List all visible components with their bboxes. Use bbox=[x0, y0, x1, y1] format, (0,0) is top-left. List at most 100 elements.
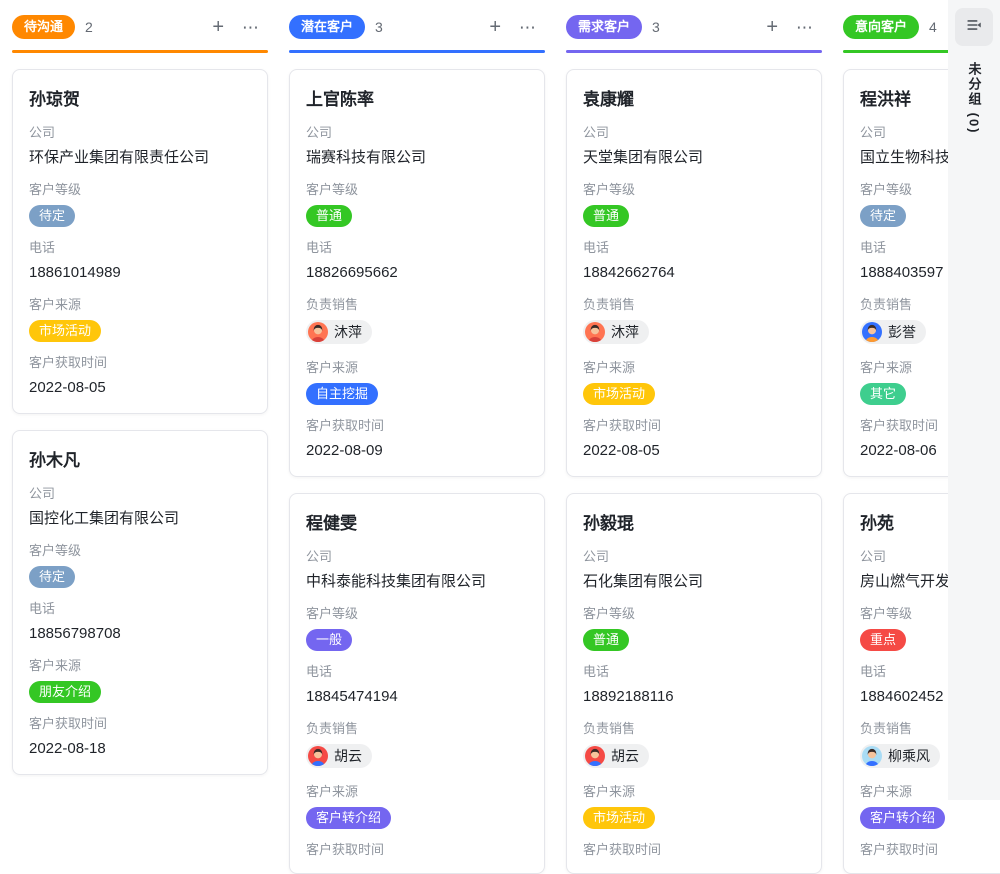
column-potential-customers: 潜在客户 3 + ⋯ 上官陈率 公司 瑞赛科技有限公司 客户等级 普通 电话 1… bbox=[289, 14, 545, 874]
card-title: 孙琼贺 bbox=[29, 88, 251, 112]
field-label: 客户来源 bbox=[29, 657, 251, 675]
level-badge: 一般 bbox=[306, 629, 352, 651]
field-label: 客户等级 bbox=[583, 605, 805, 623]
card-list: 上官陈率 公司 瑞赛科技有限公司 客户等级 普通 电话 18826695662 … bbox=[289, 69, 545, 874]
level-badge: 普通 bbox=[306, 205, 352, 227]
field-label: 客户获取时间 bbox=[583, 841, 805, 859]
column-more-button[interactable]: ⋯ bbox=[794, 19, 816, 36]
field-label: 客户等级 bbox=[306, 181, 528, 199]
field-source: 客户来源 市场活动 bbox=[29, 296, 251, 342]
field-company: 公司 瑞赛科技有限公司 bbox=[306, 124, 528, 169]
field-label: 公司 bbox=[583, 548, 805, 566]
level-badge: 待定 bbox=[29, 205, 75, 227]
source-badge: 客户转介绍 bbox=[306, 807, 391, 829]
field-label: 客户来源 bbox=[29, 296, 251, 314]
field-level: 客户等级 普通 bbox=[583, 605, 805, 651]
field-label: 客户来源 bbox=[306, 783, 528, 801]
customer-card[interactable]: 上官陈率 公司 瑞赛科技有限公司 客户等级 普通 电话 18826695662 … bbox=[289, 69, 545, 477]
field-company: 公司 石化集团有限公司 bbox=[583, 548, 805, 593]
column-more-button[interactable]: ⋯ bbox=[240, 19, 262, 36]
company-value: 中科泰能科技集团有限公司 bbox=[306, 571, 528, 593]
field-label: 客户等级 bbox=[306, 605, 528, 623]
company-value: 石化集团有限公司 bbox=[583, 571, 805, 593]
card-list: 孙琼贺 公司 环保产业集团有限责任公司 客户等级 待定 电话 188610149… bbox=[12, 69, 268, 775]
field-date: 客户获取时间 2022-08-09 bbox=[306, 417, 528, 462]
field-label: 客户获取时间 bbox=[306, 417, 528, 435]
field-label: 公司 bbox=[583, 124, 805, 142]
field-date: 客户获取时间 bbox=[583, 841, 805, 859]
field-date: 客户获取时间 2022-08-05 bbox=[583, 417, 805, 462]
date-value: 2022-08-09 bbox=[306, 440, 528, 462]
field-source: 客户来源 客户转介绍 bbox=[306, 783, 528, 829]
field-level: 客户等级 普通 bbox=[306, 181, 528, 227]
field-label: 客户等级 bbox=[29, 542, 251, 560]
field-label: 客户获取时间 bbox=[29, 715, 251, 733]
source-badge: 自主挖掘 bbox=[306, 383, 378, 405]
source-badge: 其它 bbox=[860, 383, 906, 405]
field-label: 客户等级 bbox=[583, 181, 805, 199]
sales-person-name: 胡云 bbox=[334, 746, 362, 766]
sales-person-name: 沐萍 bbox=[334, 322, 362, 342]
field-phone: 电话 18861014989 bbox=[29, 239, 251, 284]
add-card-button[interactable]: + bbox=[487, 17, 503, 37]
expand-group-button[interactable] bbox=[955, 8, 993, 46]
field-date: 客户获取时间 bbox=[306, 841, 528, 859]
field-label: 电话 bbox=[583, 239, 805, 257]
source-badge: 市场活动 bbox=[29, 320, 101, 342]
customer-card[interactable]: 程健雯 公司 中科泰能科技集团有限公司 客户等级 一般 电话 188454741… bbox=[289, 493, 545, 874]
sales-person-chip: 胡云 bbox=[583, 744, 649, 768]
column-tag: 需求客户 bbox=[566, 15, 642, 39]
phone-value: 18856798708 bbox=[29, 623, 251, 645]
field-sales: 负责销售 胡云 bbox=[583, 720, 805, 771]
field-source: 客户来源 朋友介绍 bbox=[29, 657, 251, 703]
field-phone: 电话 18826695662 bbox=[306, 239, 528, 284]
field-label: 公司 bbox=[306, 124, 528, 142]
column-demand-customers: 需求客户 3 + ⋯ 袁康耀 公司 天堂集团有限公司 客户等级 普通 电话 18… bbox=[566, 14, 822, 874]
field-date: 客户获取时间 2022-08-18 bbox=[29, 715, 251, 760]
company-value: 环保产业集团有限责任公司 bbox=[29, 147, 251, 169]
column-color-bar bbox=[566, 50, 822, 53]
level-badge: 普通 bbox=[583, 629, 629, 651]
customer-card[interactable]: 孙琼贺 公司 环保产业集团有限责任公司 客户等级 待定 电话 188610149… bbox=[12, 69, 268, 414]
avatar bbox=[585, 322, 605, 342]
field-label: 负责销售 bbox=[583, 720, 805, 738]
column-more-button[interactable]: ⋯ bbox=[517, 19, 539, 36]
sales-person-chip: 彭誉 bbox=[860, 320, 926, 344]
column-count: 3 bbox=[375, 19, 383, 35]
field-label: 客户来源 bbox=[583, 783, 805, 801]
field-label: 负责销售 bbox=[306, 296, 528, 314]
phone-value: 18861014989 bbox=[29, 262, 251, 284]
customer-card[interactable]: 孙木凡 公司 国控化工集团有限公司 客户等级 待定 电话 18856798708… bbox=[12, 430, 268, 775]
field-source: 客户来源 市场活动 bbox=[583, 783, 805, 829]
field-company: 公司 环保产业集团有限责任公司 bbox=[29, 124, 251, 169]
collapsed-group-ungrouped[interactable]: 未分组 (0) bbox=[965, 62, 984, 135]
sales-person-chip: 柳乘风 bbox=[860, 744, 940, 768]
customer-card[interactable]: 袁康耀 公司 天堂集团有限公司 客户等级 普通 电话 18842662764 负… bbox=[566, 69, 822, 477]
company-value: 国控化工集团有限公司 bbox=[29, 508, 251, 530]
customer-card[interactable]: 孙毅琨 公司 石化集团有限公司 客户等级 普通 电话 18892188116 负… bbox=[566, 493, 822, 874]
card-list: 袁康耀 公司 天堂集团有限公司 客户等级 普通 电话 18842662764 负… bbox=[566, 69, 822, 874]
add-card-button[interactable]: + bbox=[210, 17, 226, 37]
level-badge: 待定 bbox=[29, 566, 75, 588]
sales-person-name: 彭誉 bbox=[888, 322, 916, 342]
card-title: 孙木凡 bbox=[29, 449, 251, 473]
field-sales: 负责销售 沐萍 bbox=[583, 296, 805, 347]
sales-person-chip: 胡云 bbox=[306, 744, 372, 768]
column-to-communicate: 待沟通 2 + ⋯ 孙琼贺 公司 环保产业集团有限责任公司 客户等级 待定 电话… bbox=[12, 14, 268, 874]
sales-person-chip: 沐萍 bbox=[306, 320, 372, 344]
field-label: 公司 bbox=[306, 548, 528, 566]
phone-value: 18892188116 bbox=[583, 686, 805, 708]
field-label: 电话 bbox=[306, 663, 528, 681]
level-badge: 待定 bbox=[860, 205, 906, 227]
column-count: 2 bbox=[85, 19, 93, 35]
field-phone: 电话 18845474194 bbox=[306, 663, 528, 708]
add-card-button[interactable]: + bbox=[764, 17, 780, 37]
field-label: 客户获取时间 bbox=[860, 841, 1000, 859]
level-badge: 普通 bbox=[583, 205, 629, 227]
sales-person-name: 柳乘风 bbox=[888, 746, 930, 766]
date-value: 2022-08-05 bbox=[583, 440, 805, 462]
column-color-bar bbox=[289, 50, 545, 53]
field-company: 公司 国控化工集团有限公司 bbox=[29, 485, 251, 530]
field-source: 客户来源 市场活动 bbox=[583, 359, 805, 405]
field-source: 客户来源 自主挖掘 bbox=[306, 359, 528, 405]
